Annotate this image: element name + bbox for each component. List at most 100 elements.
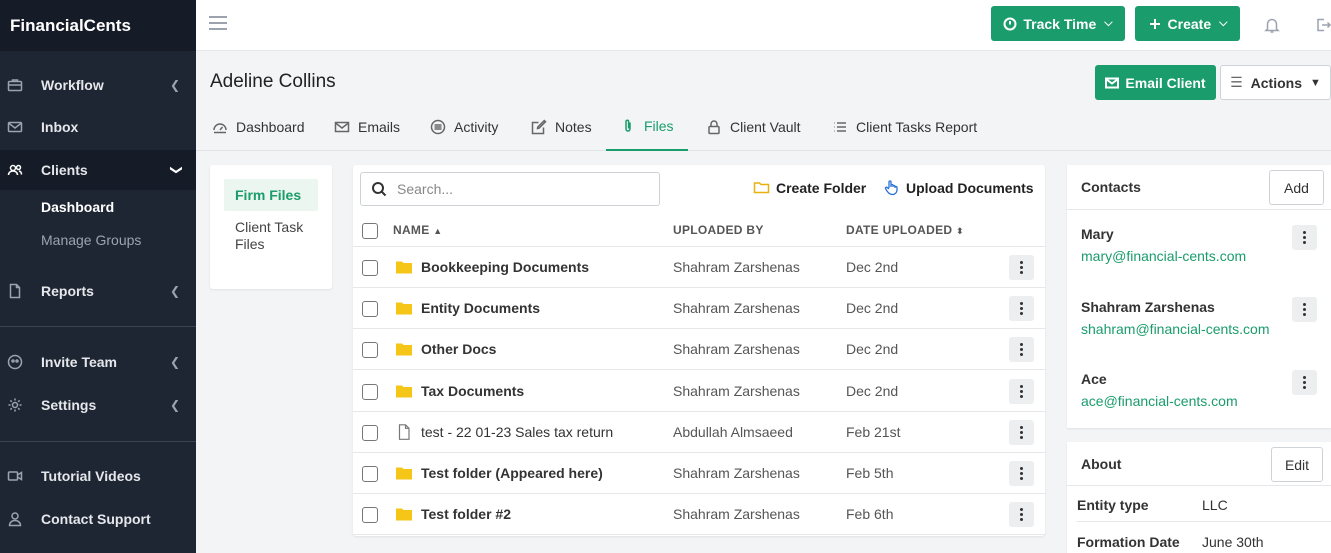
- lock-icon: [708, 120, 720, 135]
- table-row[interactable]: Test folder #2 Shahram Zarshenas Feb 6th: [353, 494, 1045, 536]
- chevron-left-icon: ❮: [169, 398, 180, 412]
- uploaded-by: Shahram Zarshenas: [673, 465, 800, 481]
- sidebar-item-workflow[interactable]: Workflow ❮: [0, 65, 196, 105]
- brand-logo[interactable]: FinancialCents: [0, 0, 196, 51]
- tab-dashboard[interactable]: Dashboard: [212, 103, 305, 151]
- create-folder-button[interactable]: Create Folder: [753, 179, 866, 196]
- actions-button[interactable]: ☰ Actions ▼: [1220, 65, 1331, 100]
- tab-notes[interactable]: Notes: [531, 103, 592, 151]
- person-icon: [6, 510, 24, 528]
- hamburger-menu-icon[interactable]: [209, 16, 227, 30]
- contacts-title: Contacts: [1081, 179, 1141, 195]
- tab-client-vault[interactable]: Client Vault: [706, 103, 801, 151]
- sidebar-item-contact-support[interactable]: Contact Support: [0, 499, 196, 539]
- logout-icon[interactable]: [1314, 16, 1331, 34]
- sidebar-subitem-dashboard[interactable]: Dashboard: [41, 199, 114, 215]
- row-checkbox[interactable]: [362, 301, 378, 318]
- actions-label: Actions: [1250, 74, 1302, 91]
- plus-icon: [1149, 18, 1160, 29]
- row-menu-button[interactable]: [1009, 419, 1034, 445]
- column-header-name[interactable]: NAME ▲: [393, 223, 442, 237]
- chevron-left-icon: ❮: [169, 284, 180, 298]
- row-checkbox[interactable]: [362, 342, 378, 359]
- search-box: [360, 172, 660, 206]
- tab-client-tasks-report[interactable]: Client Tasks Report: [832, 103, 977, 151]
- row-checkbox[interactable]: [362, 260, 378, 276]
- sidebar-item-invite-team[interactable]: Invite Team ❮: [0, 342, 196, 382]
- email-client-label: Email Client: [1125, 74, 1206, 91]
- sidebar-item-tutorial-videos[interactable]: Tutorial Videos: [0, 456, 196, 496]
- row-checkbox[interactable]: [362, 383, 378, 400]
- envelope-icon: [334, 121, 350, 133]
- edit-about-button[interactable]: Edit: [1271, 447, 1323, 482]
- table-row[interactable]: test - 22 01-23 Sales tax return Abdullah…: [353, 412, 1045, 453]
- email-client-button[interactable]: Email Client: [1095, 65, 1216, 100]
- row-menu-button[interactable]: [1009, 502, 1034, 528]
- upload-documents-button[interactable]: Upload Documents: [883, 179, 1034, 196]
- select-all-checkbox[interactable]: [362, 223, 378, 239]
- contacts-panel: Contacts Add Mary mary@financial-cents.c…: [1067, 165, 1331, 428]
- chevron-down-icon: ⌵: [1104, 17, 1113, 29]
- about-panel: About Edit Entity type LLC Formation Dat…: [1067, 442, 1331, 553]
- file-name[interactable]: Test folder #2: [421, 506, 511, 522]
- contact-menu-button[interactable]: [1292, 297, 1317, 322]
- sidebar-item-label: Contact Support: [41, 511, 151, 527]
- sidebar-item-settings[interactable]: Settings ❮: [0, 385, 196, 425]
- table-row[interactable]: Test folder (Appeared here) Shahram Zarsh…: [353, 453, 1045, 494]
- sidebar-subitem-manage-groups[interactable]: Manage Groups: [41, 232, 141, 248]
- row-menu-button[interactable]: [1009, 337, 1034, 363]
- sidebar-item-label: Settings: [41, 397, 97, 413]
- uploaded-by: Shahram Zarshenas: [673, 300, 800, 317]
- track-time-button[interactable]: Track Time ⌵: [991, 6, 1125, 41]
- tab-label: Client Vault: [730, 119, 801, 135]
- create-button[interactable]: Create ⌵: [1135, 6, 1240, 41]
- sidebar: FinancialCents Workflow ❮ Inbox Clients …: [0, 0, 196, 553]
- row-menu-button[interactable]: [1009, 255, 1034, 280]
- sidebar-item-label: Invite Team: [41, 354, 117, 370]
- row-menu-button[interactable]: [1009, 378, 1034, 404]
- file-name[interactable]: test - 22 01-23 Sales tax return: [421, 424, 613, 440]
- table-row[interactable]: Tax Documents Shahram Zarshenas Dec 2nd: [353, 371, 1045, 412]
- file-name[interactable]: Test folder (Appeared here): [421, 465, 603, 481]
- file-name[interactable]: Bookkeeping Documents: [421, 259, 589, 275]
- file-name[interactable]: Other Docs: [421, 341, 496, 357]
- row-menu-button[interactable]: [1009, 461, 1034, 486]
- about-field-key: Entity type: [1077, 497, 1149, 513]
- contact-menu-button[interactable]: [1292, 225, 1317, 250]
- client-task-files-tab[interactable]: Client Task Files: [235, 219, 325, 253]
- add-contact-button[interactable]: Add: [1269, 170, 1324, 205]
- contact-name: Shahram Zarshenas: [1081, 299, 1215, 315]
- file-name[interactable]: Entity Documents: [421, 300, 540, 316]
- firm-files-tab[interactable]: Firm Files: [224, 179, 318, 211]
- table-row[interactable]: Other Docs Shahram Zarshenas Dec 2nd: [353, 329, 1045, 371]
- sidebar-item-label: Inbox: [41, 119, 79, 135]
- tab-activity[interactable]: Activity: [430, 103, 498, 151]
- file-name[interactable]: Tax Documents: [421, 383, 524, 399]
- tab-files[interactable]: Files: [606, 103, 688, 151]
- contact-email[interactable]: mary@financial-cents.com: [1081, 248, 1246, 264]
- contact-email[interactable]: shahram@financial-cents.com: [1081, 321, 1270, 337]
- client-tabs: Dashboard Emails Activity Notes Files Cl…: [196, 103, 1331, 151]
- contact-email[interactable]: ace@financial-cents.com: [1081, 393, 1238, 409]
- search-input[interactable]: [397, 181, 637, 197]
- contact-item: Ace ace@financial-cents.com: [1081, 371, 1238, 409]
- sidebar-item-clients[interactable]: Clients ❮: [0, 150, 196, 190]
- list-icon: ☰: [1230, 74, 1243, 90]
- row-checkbox[interactable]: [362, 466, 378, 482]
- table-row[interactable]: Entity Documents Shahram Zarshenas Dec 2nd: [353, 288, 1045, 330]
- sidebar-item-inbox[interactable]: Inbox: [0, 107, 196, 147]
- files-card: Create Folder Upload Documents NAME ▲ UP…: [353, 165, 1045, 536]
- bell-icon[interactable]: [1263, 16, 1281, 34]
- table-row[interactable]: Bookkeeping Documents Shahram Zarshenas De…: [353, 247, 1045, 288]
- sidebar-item-reports[interactable]: Reports ❮: [0, 271, 196, 311]
- tab-emails[interactable]: Emails: [334, 103, 400, 151]
- row-menu-button[interactable]: [1009, 296, 1034, 322]
- sidebar-item-label: Clients: [41, 162, 88, 178]
- column-header-date-uploaded[interactable]: DATE UPLOADED ⬍: [846, 223, 964, 237]
- uploaded-by: Shahram Zarshenas: [673, 506, 800, 523]
- contact-menu-button[interactable]: [1292, 370, 1317, 395]
- row-checkbox[interactable]: [362, 507, 378, 524]
- row-checkbox[interactable]: [362, 424, 378, 441]
- client-name: Adeline Collins: [210, 71, 336, 92]
- activity-icon: [430, 119, 446, 135]
